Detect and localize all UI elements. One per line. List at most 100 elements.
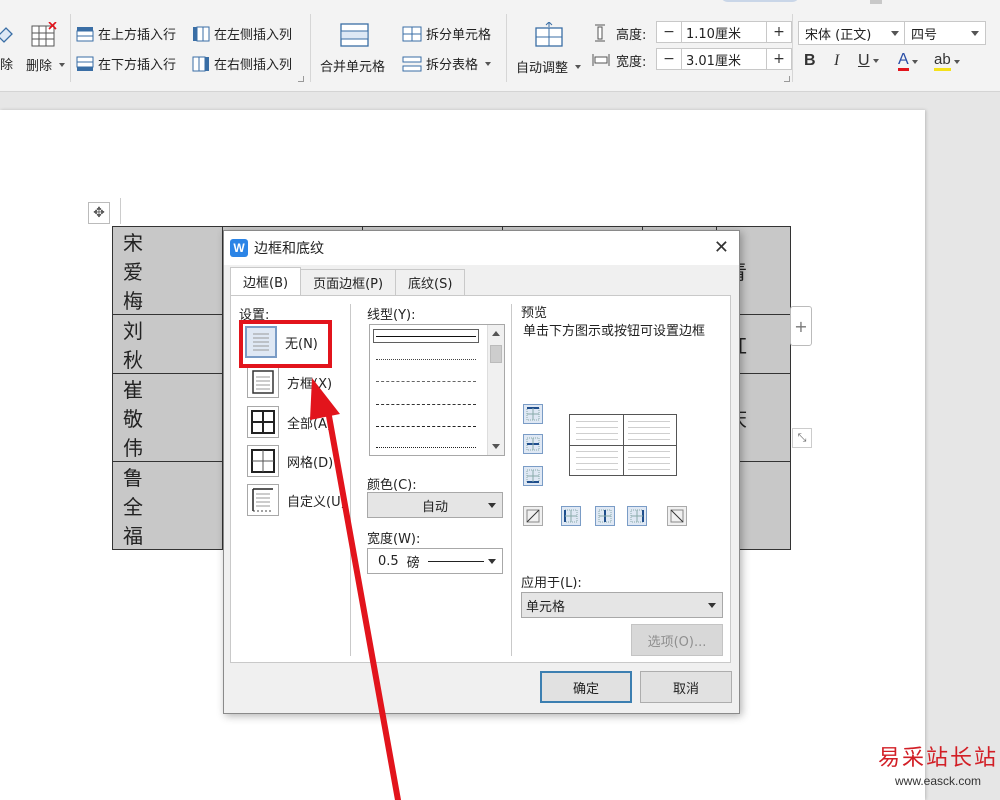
ribbon-toolbar: 除 删除 在上方插入行 在下方插入行 在左侧插入列 在右侧插入列 合并单元格 拆… xyxy=(0,0,1000,92)
table-cell[interactable]: 宋 爱 梅 xyxy=(112,226,223,315)
table-cell[interactable]: 崔 敬 伟 xyxy=(112,373,223,462)
border-left-button[interactable] xyxy=(561,506,581,526)
add-column-button[interactable]: + xyxy=(790,306,812,346)
bold-button[interactable]: B xyxy=(804,52,816,70)
line-style-option[interactable] xyxy=(376,404,476,405)
line-style-option[interactable] xyxy=(376,336,476,337)
font-name-select[interactable]: 宋体 (正文) xyxy=(798,21,906,45)
width-decrease-button[interactable]: − xyxy=(657,49,681,69)
line-style-list[interactable] xyxy=(369,324,505,456)
tab-page-borders[interactable]: 页面边框(P) xyxy=(300,269,397,295)
border-preview[interactable] xyxy=(569,414,677,476)
line-style-option[interactable] xyxy=(376,447,476,448)
insert-row-above-label: 在上方插入行 xyxy=(98,28,177,43)
split-table-icon xyxy=(402,56,422,72)
table-cell[interactable]: 鲁 全 福 xyxy=(112,461,223,550)
setting-all[interactable]: 全部(A) xyxy=(247,406,332,438)
width-value[interactable]: 3.01厘米 xyxy=(681,49,767,69)
line-style-option[interactable] xyxy=(376,426,476,427)
eraser-icon[interactable] xyxy=(0,22,16,44)
insert-row-below-button[interactable]: 在下方插入行 xyxy=(76,54,176,73)
chevron-down-icon xyxy=(872,59,879,63)
border-bottom-button[interactable] xyxy=(523,466,543,486)
ok-button[interactable]: 确定 xyxy=(540,671,632,703)
group-launcher-icon[interactable] xyxy=(298,76,304,82)
cancel-button[interactable]: 取消 xyxy=(640,671,732,703)
split-cells-button[interactable]: 拆分单元格 xyxy=(402,24,491,43)
underline-button[interactable]: U xyxy=(858,52,879,70)
italic-button[interactable]: I xyxy=(834,52,839,70)
merge-cells-label[interactable]: 合并单元格 xyxy=(320,56,385,75)
split-table-label: 拆分表格 xyxy=(426,58,479,73)
border-top-button[interactable] xyxy=(523,404,543,424)
delete-partial-label[interactable]: 除 xyxy=(0,54,13,73)
dialog-titlebar[interactable]: W 边框和底纹 xyxy=(224,231,739,265)
height-decrease-button[interactable]: − xyxy=(657,22,681,42)
height-value[interactable]: 1.10厘米 xyxy=(681,22,767,42)
delete-label: 删除 xyxy=(26,59,53,74)
font-size-select[interactable]: 四号 xyxy=(904,21,986,45)
height-increase-button[interactable]: + xyxy=(767,22,791,42)
active-tab-hint xyxy=(720,0,800,2)
table-resize-icon[interactable]: ⤡ xyxy=(792,428,812,448)
insert-column-right-button[interactable]: 在右侧插入列 xyxy=(192,54,292,73)
scroll-thumb[interactable] xyxy=(490,345,502,363)
close-icon[interactable]: ✕ xyxy=(714,237,729,258)
preview-text-line xyxy=(628,427,670,428)
preview-text-line xyxy=(576,463,618,464)
table-cell[interactable]: 刘 秋 xyxy=(112,314,223,374)
insert-column-left-label: 在左侧插入列 xyxy=(214,28,293,43)
line-style-option[interactable] xyxy=(376,381,476,382)
insert-row-below-label: 在下方插入行 xyxy=(98,58,177,73)
dialog-title: 边框和底纹 xyxy=(254,241,324,257)
divider xyxy=(506,14,507,82)
setting-box-label: 方框(X) xyxy=(287,376,333,392)
scroll-down-icon[interactable] xyxy=(492,444,500,449)
preview-text-line xyxy=(628,439,670,440)
auto-fit-button[interactable]: 自动调整 xyxy=(516,57,582,76)
font-color-button[interactable]: A xyxy=(898,52,918,71)
tab-shading[interactable]: 底纹(S) xyxy=(395,269,466,295)
border-inner-horizontal-button[interactable] xyxy=(523,434,543,454)
highlight-button[interactable]: ab xyxy=(934,52,960,71)
setting-grid[interactable]: 网格(D) xyxy=(247,445,333,477)
setting-custom-label: 自定义(U) xyxy=(287,494,346,510)
border-grid-icon xyxy=(247,445,279,477)
border-right-button[interactable] xyxy=(627,506,647,526)
annotation-highlight-box xyxy=(239,320,332,368)
highlight-label: ab xyxy=(934,52,951,71)
color-select[interactable]: 自动 xyxy=(367,492,503,518)
insert-column-left-button[interactable]: 在左侧插入列 xyxy=(192,24,292,43)
options-button[interactable]: 选项(O)... xyxy=(631,624,723,656)
wps-writer-logo-icon: W xyxy=(230,239,248,257)
width-select[interactable]: 0.5 磅 xyxy=(367,548,503,574)
setting-box[interactable]: 方框(X) xyxy=(247,366,332,398)
delete-button[interactable]: 删除 xyxy=(26,55,66,74)
border-all-icon xyxy=(247,406,279,438)
font-size-value: 四号 xyxy=(911,27,938,43)
height-stepper[interactable]: − 1.10厘米 + xyxy=(656,21,792,43)
preview-text-line xyxy=(576,451,618,452)
border-inner-vertical-button[interactable] xyxy=(595,506,615,526)
split-table-button[interactable]: 拆分表格 xyxy=(402,54,492,73)
preview-hint: 单击下方图示或按钮可设置边框 xyxy=(523,324,706,339)
line-style-scrollbar[interactable] xyxy=(487,325,504,455)
border-diagonal-up-button[interactable] xyxy=(523,506,543,526)
height-label: 高度: xyxy=(616,28,647,43)
auto-fit-icon[interactable] xyxy=(534,22,564,50)
delete-table-icon[interactable] xyxy=(30,22,58,48)
merge-cells-icon[interactable] xyxy=(340,22,370,48)
setting-custom[interactable]: 自定义(U) xyxy=(247,484,346,516)
insert-row-above-button[interactable]: 在上方插入行 xyxy=(76,24,176,43)
preview-inner-horizontal xyxy=(570,445,676,446)
width-increase-button[interactable]: + xyxy=(767,49,791,69)
border-diagonal-down-button[interactable] xyxy=(667,506,687,526)
apply-to-select[interactable]: 单元格 xyxy=(521,592,723,618)
tab-borders[interactable]: 边框(B) xyxy=(230,267,302,295)
line-style-option[interactable] xyxy=(376,359,476,360)
scroll-up-icon[interactable] xyxy=(492,331,500,336)
group-launcher-icon[interactable] xyxy=(784,76,790,82)
margin-guide xyxy=(120,198,121,224)
width-stepper[interactable]: − 3.01厘米 + xyxy=(656,48,792,70)
table-move-handle-icon[interactable]: ✥ xyxy=(88,202,110,224)
